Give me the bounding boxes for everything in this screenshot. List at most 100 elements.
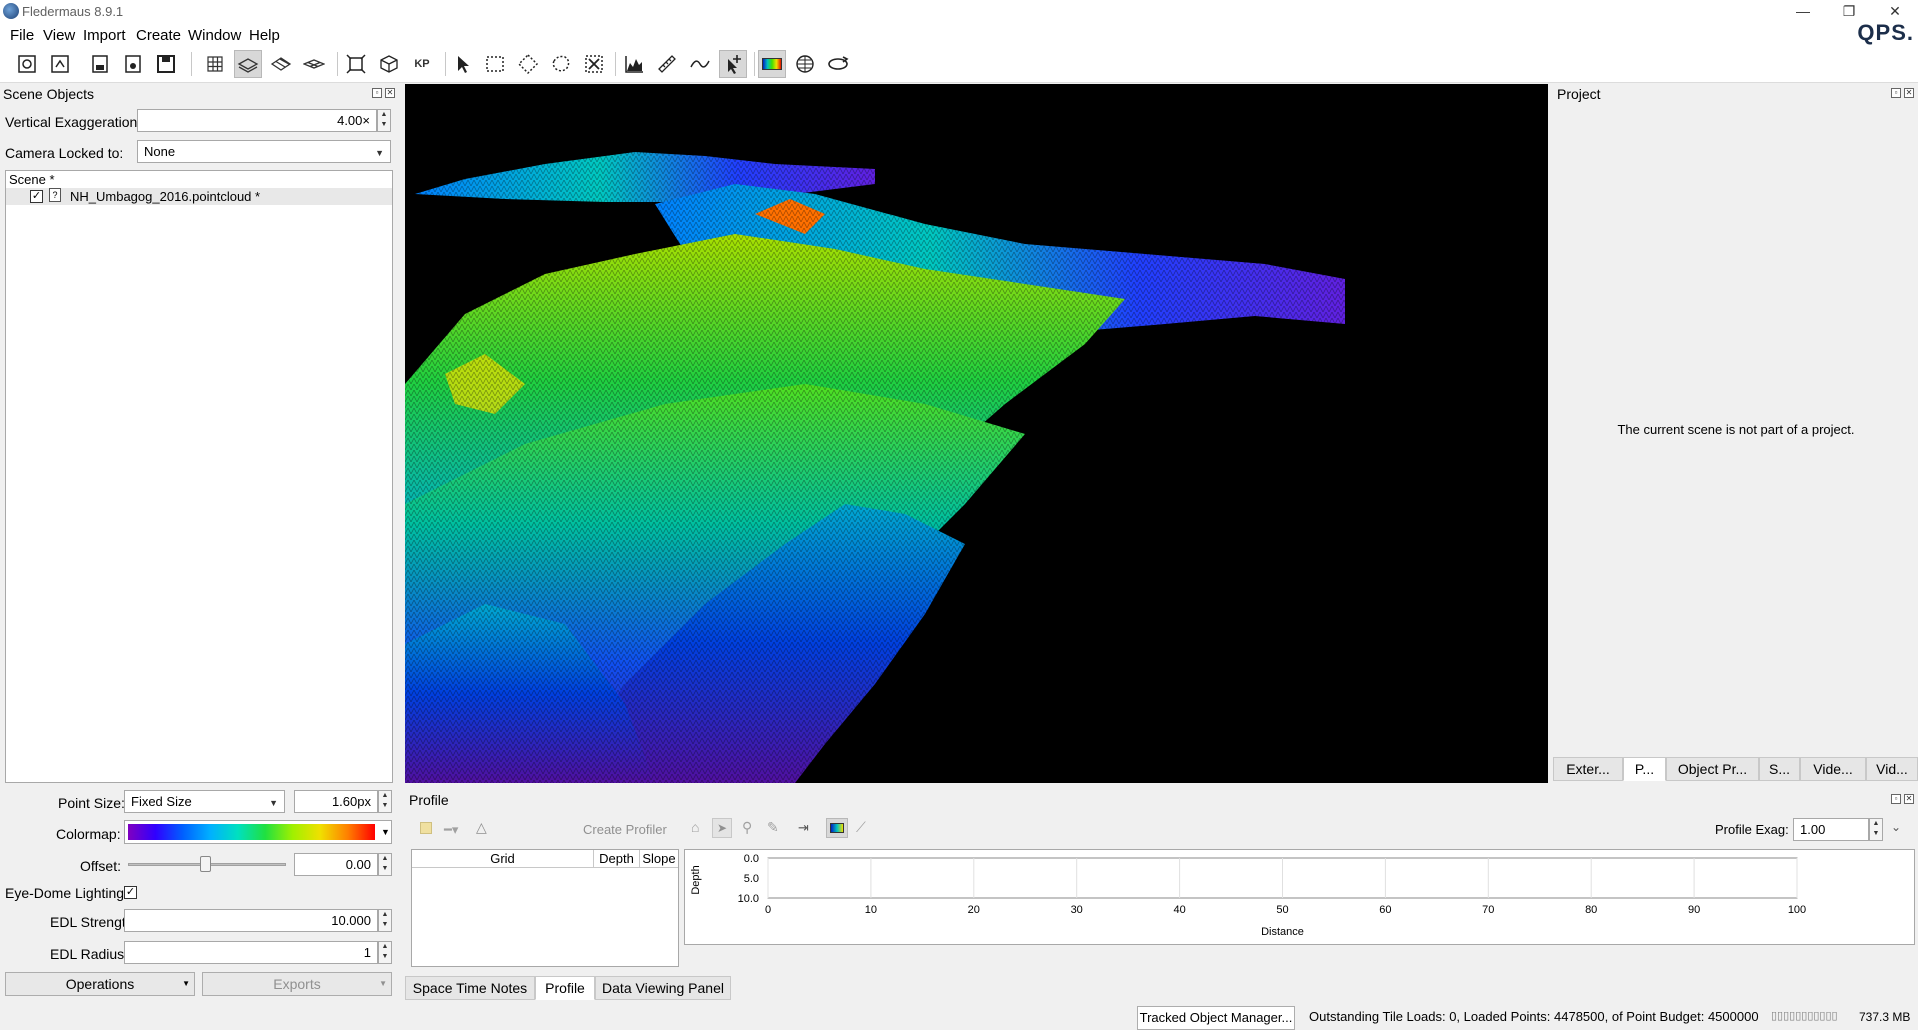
tab-vid[interactable]: Vid...	[1866, 757, 1918, 781]
menu-create[interactable]: Create	[136, 27, 181, 44]
menu-view[interactable]: View	[43, 27, 75, 44]
scene-tree-root[interactable]: Scene *	[9, 172, 55, 187]
colormap-icon[interactable]	[758, 50, 786, 78]
edl-strength-spinner[interactable]: ▲ ▼	[378, 909, 392, 932]
profile-chart-icon[interactable]	[620, 50, 648, 78]
qps-logo: QPS.	[1857, 20, 1914, 45]
profile-table-header-grid[interactable]: Grid	[412, 850, 594, 868]
float-panel-icon[interactable]: ▫	[1891, 88, 1901, 98]
new-scene-icon[interactable]	[13, 50, 41, 78]
kp-icon[interactable]: KP	[408, 50, 436, 78]
export-icon[interactable]	[152, 50, 180, 78]
clear-selection-icon[interactable]	[580, 50, 608, 78]
rect-select-icon[interactable]	[481, 50, 509, 78]
tracked-object-manager-button[interactable]: Tracked Object Manager...	[1137, 1006, 1295, 1030]
tab-external[interactable]: Exter...	[1553, 757, 1623, 781]
select-arrow-icon[interactable]	[448, 50, 476, 78]
tab-object-properties[interactable]: Object Pr...	[1666, 757, 1759, 781]
lasso-select-icon[interactable]	[547, 50, 575, 78]
edl-radius-spinner[interactable]: ▲ ▼	[378, 941, 392, 964]
operations-button[interactable]: Operations ▼	[5, 972, 195, 996]
new-profile-icon[interactable]	[420, 822, 432, 834]
x-tick-label: 70	[1482, 904, 1494, 916]
surface-flat-icon[interactable]	[267, 50, 295, 78]
create-profiler-button[interactable]: Create Profiler	[583, 822, 667, 837]
vertical-exaggeration-input[interactable]: 4.00×	[137, 109, 377, 132]
pencil-icon[interactable]: ✎	[767, 819, 779, 836]
edl-strength-input[interactable]: 10.000	[124, 909, 378, 932]
x-tick-label: 10	[865, 904, 877, 916]
line-profile-icon[interactable]: ━▾	[444, 822, 458, 838]
project-message: The current scene is not part of a proje…	[1617, 422, 1855, 437]
offset-label: Offset:	[80, 858, 121, 874]
pointcloud-visible-checkbox[interactable]: ✓	[30, 190, 43, 203]
camera-locked-select[interactable]: None ▼	[137, 140, 391, 163]
profile-colormap-icon[interactable]	[826, 818, 848, 838]
menu-file[interactable]: File	[10, 27, 34, 44]
home-icon[interactable]: ⌂	[691, 819, 699, 835]
pointcloud-item-label[interactable]: NH_Umbagog_2016.pointcloud *	[70, 189, 260, 204]
menu-window[interactable]: Window	[188, 27, 241, 44]
memory-usage-text: 737.3 MB	[1859, 1010, 1911, 1024]
marker-icon[interactable]: ⇥	[798, 820, 809, 836]
curve-icon[interactable]	[686, 50, 714, 78]
add-point-icon[interactable]	[719, 50, 747, 78]
tab-profile[interactable]: Profile	[535, 976, 595, 1000]
offset-spinner[interactable]: ▲ ▼	[378, 853, 392, 876]
eye-dome-lighting-checkbox[interactable]: ✓	[124, 886, 137, 899]
point-size-mode-select[interactable]: Fixed Size ▼	[124, 790, 285, 813]
exports-button[interactable]: Exports ▼	[202, 972, 392, 996]
triangle-icon[interactable]: △	[476, 819, 487, 836]
sphere-icon[interactable]	[791, 50, 819, 78]
title-bar	[0, 0, 1918, 23]
point-size-label: Point Size:	[58, 795, 125, 811]
edl-radius-input[interactable]: 1	[124, 941, 378, 964]
menu-help[interactable]: Help	[249, 27, 280, 44]
menu-import[interactable]: Import	[83, 27, 126, 44]
x-tick-label: 50	[1276, 904, 1288, 916]
minimize-button[interactable]: —	[1780, 0, 1826, 23]
profile-exag-label: Profile Exag:	[1715, 822, 1789, 837]
tab-project[interactable]: P...	[1623, 757, 1666, 781]
offset-slider-handle[interactable]	[200, 856, 211, 872]
zoom-icon[interactable]: ⚲	[742, 819, 752, 836]
tile-status-text: Outstanding Tile Loads: 0, Loaded Points…	[1309, 1009, 1759, 1024]
float-panel-icon[interactable]: ▫	[1891, 794, 1901, 804]
pointcloud-render	[405, 144, 1345, 783]
toolbar-separator	[754, 52, 755, 76]
point-size-input[interactable]: 1.60px	[294, 790, 378, 813]
zoom-extents-icon[interactable]	[342, 50, 370, 78]
profile-exag-spinner[interactable]: ▲ ▼	[1869, 818, 1883, 841]
point-size-spinner[interactable]: ▲ ▼	[378, 790, 392, 813]
open-scene-icon[interactable]	[46, 50, 74, 78]
profile-exag-input[interactable]: 1.00	[1793, 818, 1869, 841]
colormap-gradient	[128, 824, 375, 840]
tab-s[interactable]: S...	[1759, 757, 1800, 781]
offset-input[interactable]: 0.00	[294, 853, 378, 876]
grid-icon[interactable]	[201, 50, 229, 78]
close-panel-icon[interactable]: ✕	[1904, 794, 1914, 804]
chart-icon[interactable]: ⟋	[856, 819, 866, 836]
polygon-select-icon[interactable]	[514, 50, 542, 78]
save-scene-icon[interactable]	[86, 50, 114, 78]
chevron-down-icon[interactable]: ⌄	[1891, 820, 1901, 834]
surface-layer-icon[interactable]	[234, 50, 262, 78]
profile-table-header-slope[interactable]: Slope	[640, 850, 678, 868]
close-panel-icon[interactable]: ✕	[1904, 88, 1914, 98]
rotate-icon[interactable]	[824, 50, 852, 78]
profile-table-header-depth[interactable]: Depth	[594, 850, 640, 868]
float-panel-icon[interactable]: ▫	[372, 88, 382, 98]
vertical-exaggeration-spinner[interactable]: ▲ ▼	[377, 109, 391, 132]
save-as-icon[interactable]	[119, 50, 147, 78]
tab-space-time-notes[interactable]: Space Time Notes	[405, 976, 535, 1000]
close-panel-icon[interactable]: ✕	[385, 88, 395, 98]
scene-tree	[5, 170, 393, 783]
3d-viewport[interactable]	[405, 84, 1548, 783]
tab-video[interactable]: Vide...	[1800, 757, 1866, 781]
profile-chart: 0 10 20 30 40 50 60 70 80 90 100 0.0 5.0 10.0 Distance…	[684, 849, 1915, 945]
surface-mesh-icon[interactable]	[300, 50, 328, 78]
cube-view-icon[interactable]	[375, 50, 403, 78]
profile-select-icon[interactable]: ➤	[712, 818, 732, 838]
measure-ruler-icon[interactable]	[653, 50, 681, 78]
tab-data-viewing-panel[interactable]: Data Viewing Panel	[595, 976, 731, 1000]
